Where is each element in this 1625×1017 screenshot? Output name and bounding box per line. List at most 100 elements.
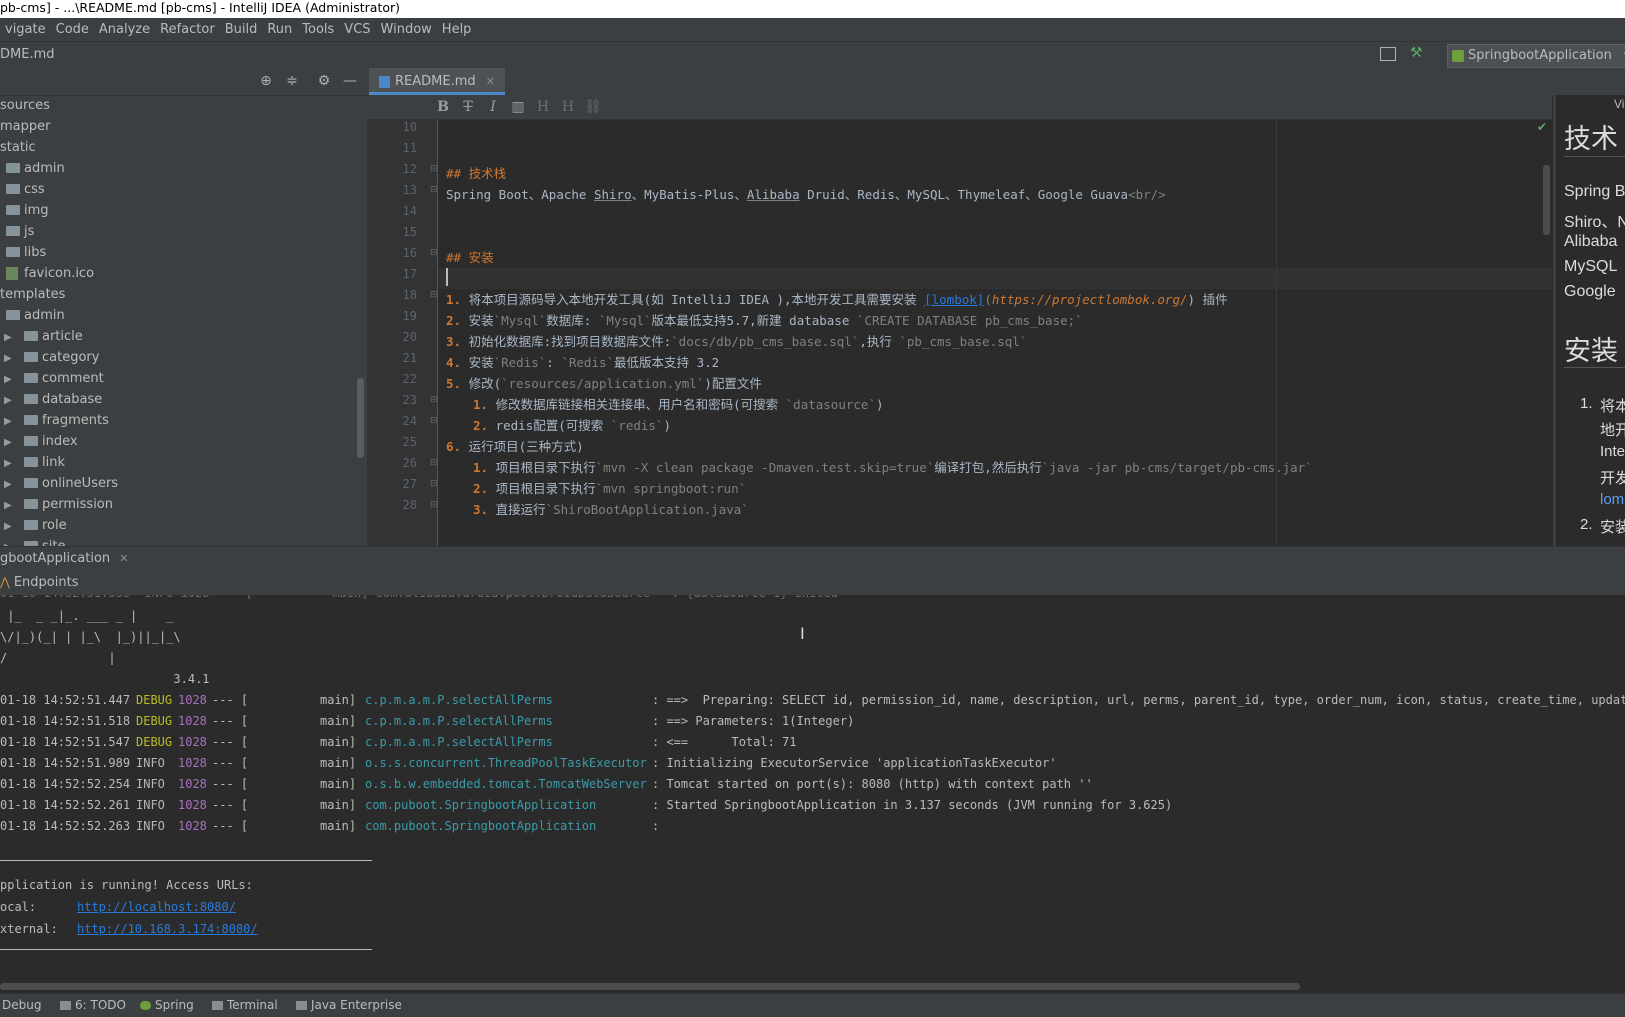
menu-help[interactable]: Help bbox=[437, 18, 477, 41]
tree-item[interactable]: admin bbox=[0, 305, 367, 326]
tree-item[interactable]: ▶ database bbox=[0, 389, 367, 410]
folder-icon bbox=[24, 351, 38, 362]
expand-arrow-icon[interactable]: ▶ bbox=[4, 369, 16, 390]
fold-marker-icon[interactable]: ⊟ bbox=[430, 180, 438, 201]
log-logger: c.p.m.a.m.P.selectAllPerms bbox=[365, 714, 553, 728]
tree-item-label: category bbox=[42, 350, 100, 365]
tree-item[interactable]: templates bbox=[0, 284, 367, 305]
menu-build[interactable]: Build bbox=[220, 18, 263, 41]
expand-arrow-icon[interactable]: ▶ bbox=[4, 537, 16, 546]
code-line-20: 3. 初始化数据库:找到项目数据库文件:`docs/db/pb_cms_base… bbox=[446, 334, 1028, 349]
fold-marker-icon[interactable]: ⊟ bbox=[430, 474, 438, 495]
log-logger: com.puboot.SpringbootApplication bbox=[365, 798, 597, 812]
expand-arrow-icon[interactable]: ▶ bbox=[4, 348, 16, 369]
gear-icon[interactable]: ⚙ bbox=[316, 73, 332, 89]
expand-arrow-icon[interactable]: ▶ bbox=[4, 432, 16, 453]
menu-navigate[interactable]: vigate bbox=[0, 18, 51, 41]
tree-item[interactable]: js bbox=[0, 221, 367, 242]
editor-scrollbar[interactable] bbox=[1543, 165, 1550, 235]
menu-run[interactable]: Run bbox=[262, 18, 297, 41]
navigation-bar: DME.md ⚒ SpringbootApplication ▼ bbox=[0, 42, 1625, 69]
tool-spring[interactable]: Spring bbox=[140, 994, 194, 1017]
preview-link[interactable]: lom bbox=[1600, 491, 1624, 508]
menu-vcs[interactable]: VCS bbox=[339, 18, 375, 41]
bold-icon[interactable]: B bbox=[433, 97, 453, 117]
tree-item[interactable]: favicon.ico bbox=[0, 263, 367, 284]
expand-arrow-icon[interactable]: ▶ bbox=[4, 474, 16, 495]
tool-todo[interactable]: 6: TODO bbox=[60, 994, 126, 1017]
line-number: 13 bbox=[402, 183, 417, 197]
tree-item[interactable]: ▶ link bbox=[0, 452, 367, 473]
code-editor[interactable]: ## 技术栈 Spring Boot、Apache Shiro、MyBatis-… bbox=[438, 119, 1552, 546]
run-config-selector[interactable]: SpringbootApplication ▼ bbox=[1447, 44, 1625, 68]
table-icon[interactable]: ▥ bbox=[508, 97, 528, 117]
fold-marker-icon[interactable]: ⊟ bbox=[430, 495, 438, 516]
menu-window[interactable]: Window bbox=[376, 18, 437, 41]
tree-item[interactable]: img bbox=[0, 200, 367, 221]
menu-refactor[interactable]: Refactor bbox=[155, 18, 220, 41]
tree-item[interactable]: ▶ onlineUsers bbox=[0, 473, 367, 494]
run-console[interactable]: 01-18 14:52:51.355 INFO 1028 --- [ main]… bbox=[0, 595, 1625, 980]
line-number: 15 bbox=[402, 225, 417, 239]
inspection-ok-icon[interactable]: ✔ bbox=[1537, 120, 1547, 134]
preview-text: Alibaba bbox=[1564, 233, 1618, 250]
tool-java-enterprise[interactable]: Java Enterprise bbox=[296, 994, 402, 1017]
tree-item[interactable]: mapper bbox=[0, 116, 367, 137]
line-number: 28 bbox=[402, 498, 417, 512]
tool-terminal[interactable]: Terminal bbox=[212, 994, 278, 1017]
tree-item[interactable]: ▶ permission bbox=[0, 494, 367, 515]
close-icon[interactable]: ✕ bbox=[119, 552, 128, 565]
line-number-gutter: 10 11 12 ⊟ 13 ⊟ 14 15 16 ⊟ 17 18 ⊟ 19 20 21 22 23 ⊟ 24 ⊟ 25 26… bbox=[367, 119, 438, 546]
run-tab[interactable]: gbootApplication ✕ bbox=[0, 547, 135, 571]
header-down-icon[interactable]: H bbox=[558, 97, 578, 117]
italic-icon[interactable]: I bbox=[483, 97, 503, 117]
menu-analyze[interactable]: Analyze bbox=[94, 18, 155, 41]
fold-marker-icon[interactable]: ⊟ bbox=[430, 411, 438, 432]
locate-icon[interactable]: ⊕ bbox=[258, 73, 274, 89]
fold-marker-icon[interactable]: ⊟ bbox=[430, 285, 438, 306]
tree-item[interactable]: libs bbox=[0, 242, 367, 263]
header-up-icon[interactable]: H bbox=[533, 97, 553, 117]
fold-marker-icon[interactable]: ⊟ bbox=[430, 453, 438, 474]
tree-item[interactable]: ▶ category bbox=[0, 347, 367, 368]
tree-item[interactable]: ▶ article bbox=[0, 326, 367, 347]
tool-debug[interactable]: Debug bbox=[2, 994, 41, 1017]
expand-arrow-icon[interactable]: ▶ bbox=[4, 453, 16, 474]
external-url-link[interactable]: http://10.168.3.174:8080/ bbox=[77, 919, 258, 940]
collapse-all-icon[interactable]: ≑ bbox=[284, 73, 300, 89]
tree-item[interactable]: ▶ role bbox=[0, 515, 367, 536]
tab-endpoints[interactable]: ⋀ Endpoints bbox=[0, 570, 78, 595]
expand-arrow-icon[interactable]: ▶ bbox=[4, 516, 16, 537]
fold-marker-icon[interactable]: ⊟ bbox=[430, 390, 438, 411]
log-pid: 1028 bbox=[178, 798, 207, 812]
hide-icon[interactable]: — bbox=[342, 73, 358, 89]
strikethrough-icon[interactable]: T bbox=[458, 97, 478, 117]
fold-marker-icon[interactable]: ⊟ bbox=[430, 159, 438, 180]
menu-tools[interactable]: Tools bbox=[297, 18, 339, 41]
layout-icon[interactable] bbox=[1380, 47, 1396, 61]
tree-item[interactable]: admin bbox=[0, 158, 367, 179]
build-hammer-icon[interactable]: ⚒ bbox=[1410, 45, 1423, 61]
project-scrollbar[interactable] bbox=[357, 378, 364, 458]
tree-item[interactable]: ▶ site bbox=[0, 536, 367, 546]
endpoints-icon: ⋀ bbox=[0, 575, 10, 589]
expand-arrow-icon[interactable]: ▶ bbox=[4, 390, 16, 411]
tab-readme[interactable]: README.md ✕ bbox=[369, 68, 505, 95]
expand-arrow-icon[interactable]: ▶ bbox=[4, 495, 16, 516]
breadcrumb-file[interactable]: DME.md bbox=[0, 42, 55, 68]
console-horizontal-scrollbar[interactable] bbox=[0, 983, 1300, 990]
menu-code[interactable]: Code bbox=[51, 18, 94, 41]
fold-marker-icon[interactable]: ⊟ bbox=[430, 243, 438, 264]
expand-arrow-icon[interactable]: ▶ bbox=[4, 327, 16, 348]
tree-item[interactable]: sources bbox=[0, 95, 367, 116]
tree-item[interactable]: static bbox=[0, 137, 367, 158]
tree-item[interactable]: css bbox=[0, 179, 367, 200]
log-pid: 1028 bbox=[178, 819, 207, 833]
tree-item[interactable]: ▶ fragments bbox=[0, 410, 367, 431]
tree-item[interactable]: ▶ index bbox=[0, 431, 367, 452]
local-url-link[interactable]: http://localhost:8080/ bbox=[77, 897, 236, 918]
close-icon[interactable]: ✕ bbox=[486, 75, 495, 88]
tree-item[interactable]: ▶ comment bbox=[0, 368, 367, 389]
expand-arrow-icon[interactable]: ▶ bbox=[4, 411, 16, 432]
link-icon[interactable]: ⛓ bbox=[583, 97, 603, 117]
